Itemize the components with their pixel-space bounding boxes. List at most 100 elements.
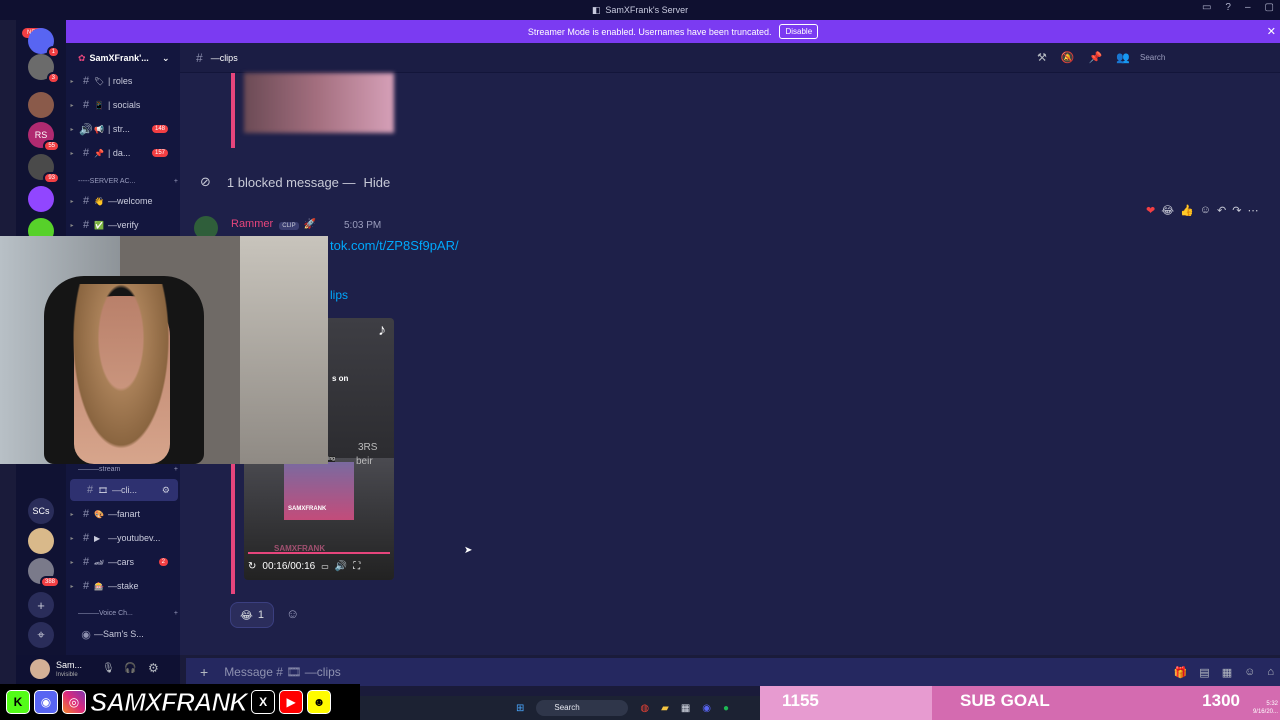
x-icon: X	[251, 690, 276, 714]
embed-title[interactable]: lips	[330, 288, 348, 302]
sticker-icon[interactable]: ▦	[1222, 666, 1232, 679]
fullscreen-icon[interactable]: ⛶	[353, 561, 360, 572]
screen-share-icon[interactable]: ▭	[1202, 2, 1211, 13]
channel-item[interactable]: ▸ # 📱 | socials	[66, 94, 180, 116]
server-icon[interactable]: 93	[28, 154, 60, 184]
headset-icon[interactable]: 🎧	[124, 663, 136, 674]
server-icon[interactable]	[28, 528, 54, 554]
channel-item[interactable]: ▸ # 🏷 | roles	[66, 70, 180, 92]
system-clock: 5:32 9/16/20...	[1253, 700, 1278, 716]
emoji-icon[interactable]: ☺	[1244, 666, 1255, 679]
taskbar-search[interactable]: Search	[536, 700, 629, 716]
laugh-reaction-icon[interactable]: 😂	[1161, 204, 1174, 217]
webcam-overlay	[0, 236, 328, 464]
add-channel-icon[interactable]: +	[174, 466, 178, 473]
heart-reaction-icon[interactable]: ❤	[1146, 204, 1155, 217]
reaction-button[interactable]: 😂 1	[230, 602, 274, 628]
channel-item[interactable]: ▸ # 🏎 —cars 2	[66, 551, 180, 573]
server-badge: 388	[39, 576, 60, 588]
category-header[interactable]: ———Voice Ch... +	[78, 610, 178, 617]
apps-icon[interactable]: ⌂	[1267, 666, 1274, 679]
embedded-image[interactable]	[244, 73, 394, 133]
video-caption-5: SAMXFRANK	[288, 506, 327, 512]
server-icon[interactable]: 1	[28, 28, 60, 58]
search-input[interactable]: Search	[1140, 49, 1280, 67]
blocked-icon: ⊘	[200, 174, 211, 189]
channel-item[interactable]: ▸ # 👋 —welcome	[66, 190, 180, 212]
server-badge: 55	[43, 140, 60, 152]
gif-icon[interactable]: ▤	[1199, 666, 1209, 679]
category-header[interactable]: ———stream +	[78, 466, 178, 473]
channel-emoji: 📢	[94, 124, 104, 134]
video-thumbnail-inset: standing SAMXFRANK	[284, 456, 354, 520]
reply-icon[interactable]: ↶	[1217, 204, 1226, 217]
server-header[interactable]: ✿ SamXFrank'... ⌄	[78, 53, 170, 64]
voice-channel[interactable]: ◉ —Sam's S...	[66, 623, 180, 645]
more-options-icon[interactable]: ⋯	[1247, 204, 1258, 217]
channel-item[interactable]: ▸ # 🎨 —fanart	[66, 503, 180, 525]
members-icon[interactable]: 👥	[1116, 51, 1130, 64]
hash-icon: #	[82, 556, 90, 568]
server-icon[interactable]: SCs	[28, 498, 54, 524]
expand-arrow-icon: ▸	[70, 78, 74, 85]
settings-gear-icon[interactable]: ⚙	[148, 661, 159, 675]
forward-icon[interactable]: ↷	[1232, 204, 1241, 217]
disable-button[interactable]: Disable	[779, 24, 819, 39]
pin-icon[interactable]: 📌	[1089, 51, 1103, 64]
calculator-icon[interactable]: ▦	[681, 703, 690, 714]
category-header[interactable]: -----SERVER AC... +	[78, 178, 178, 185]
expand-arrow-icon: ▸	[70, 150, 74, 157]
channel-item[interactable]: ▸ 🔊 📢 | str... 148	[66, 118, 180, 140]
add-server-icon[interactable]: +	[28, 592, 54, 618]
hide-link[interactable]: Hide	[364, 175, 391, 190]
hash-icon: #	[82, 75, 90, 87]
gift-icon[interactable]: 🎁	[1174, 666, 1188, 679]
help-icon[interactable]: ?	[1225, 2, 1231, 13]
close-icon[interactable]: ✕	[1267, 25, 1276, 38]
add-channel-icon[interactable]: +	[174, 610, 178, 617]
add-reaction-icon[interactable]: ☺	[1200, 204, 1211, 217]
spotify-icon[interactable]: ●	[723, 703, 729, 714]
channel-item[interactable]: ▸ # 📌 | da... 157	[66, 142, 180, 164]
replay-icon[interactable]: ↻	[248, 561, 256, 572]
minimize-button[interactable]: –	[1245, 2, 1251, 13]
message-input[interactable]: Message # 🎞 —clips	[224, 665, 341, 679]
video-caption-3: beir	[356, 456, 373, 467]
windows-start-icon[interactable]: ⊞	[516, 703, 524, 714]
maximize-button[interactable]: ▢	[1265, 2, 1274, 13]
microphone-icon[interactable]: 🎙	[102, 663, 115, 674]
video-progress-bar[interactable]	[248, 552, 390, 554]
channel-item[interactable]: ▸ # ▶ —youtubev...	[66, 527, 180, 549]
attach-plus-icon[interactable]: +	[200, 664, 208, 680]
instagram-icon: ◎	[62, 690, 86, 714]
mute-icon[interactable]: 🔕	[1061, 51, 1075, 64]
discord-taskbar-icon[interactable]: ◉	[702, 703, 711, 714]
server-icon[interactable]: 388	[28, 558, 60, 588]
server-icon[interactable]: 3	[28, 54, 60, 84]
hash-icon: #	[82, 99, 90, 111]
chrome-icon[interactable]: ◍	[640, 703, 649, 714]
channel-name: | socials	[108, 100, 141, 110]
channel-item[interactable]: ▸ # 🎰 —stake	[66, 575, 180, 597]
channel-item[interactable]: # 🎞 —cli... ⚙	[70, 479, 178, 501]
server-icon[interactable]	[28, 186, 54, 212]
author-name[interactable]: Rammer	[231, 218, 273, 230]
explore-icon[interactable]: ⌖	[28, 622, 54, 648]
user-avatar[interactable]	[30, 659, 50, 679]
volume-icon[interactable]: 🔊	[335, 561, 347, 572]
server-icon: ✿	[78, 53, 86, 63]
channel-emoji: ✅	[94, 220, 104, 230]
add-reaction-icon[interactable]: ☺	[286, 606, 299, 621]
message-author[interactable]: Rammer CLIP 🚀	[231, 218, 316, 230]
thumbs-up-reaction-icon[interactable]: 👍	[1180, 204, 1194, 217]
folder-icon[interactable]: ▰	[661, 703, 669, 714]
channel-item[interactable]: ▸ # ✅ —verify	[66, 214, 180, 236]
server-icon[interactable]	[28, 92, 54, 118]
captions-icon[interactable]: ▭	[321, 562, 329, 571]
server-icon[interactable]: RS 55	[28, 122, 60, 152]
channel-settings-icon[interactable]: ⚙	[162, 485, 170, 496]
sub-goal-bar: 1155 SUB GOAL 1300	[760, 686, 1280, 720]
threads-icon[interactable]: ⚒	[1037, 51, 1047, 64]
add-channel-icon[interactable]: +	[174, 178, 178, 185]
message-link[interactable]: tok.com/t/ZP8Sf9pAR/	[330, 238, 459, 253]
